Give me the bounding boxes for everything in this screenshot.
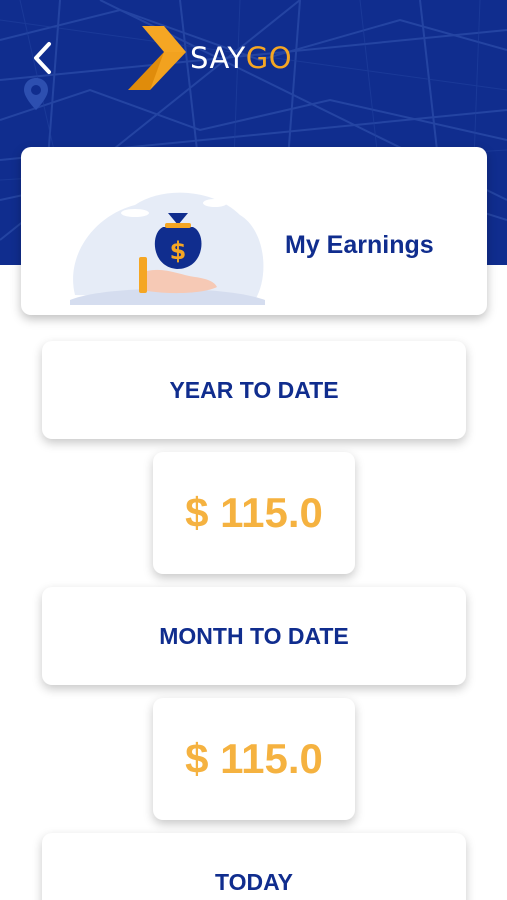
svg-text:$: $ <box>170 237 187 265</box>
money-bag-hand-icon: $ <box>70 192 265 305</box>
month-to-date-button[interactable]: MONTH TO DATE <box>42 587 466 685</box>
chevron-left-icon <box>34 42 51 74</box>
today-button[interactable]: TODAY <box>42 833 466 900</box>
month-to-date-amount: $ 115.0 <box>153 698 355 820</box>
location-pin-icon <box>24 78 48 110</box>
year-to-date-amount: $ 115.0 <box>153 452 355 574</box>
year-to-date-button[interactable]: YEAR TO DATE <box>42 341 466 439</box>
brand-name-go: GO <box>245 41 293 75</box>
brand-logo: SAYGO <box>128 24 292 92</box>
my-earnings-card: $ My Earnings <box>21 147 487 315</box>
my-earnings-title: My Earnings <box>285 231 434 259</box>
brand-name-say: SAY <box>190 41 246 75</box>
arrow-logo-icon <box>128 26 186 90</box>
back-button[interactable] <box>22 38 62 78</box>
